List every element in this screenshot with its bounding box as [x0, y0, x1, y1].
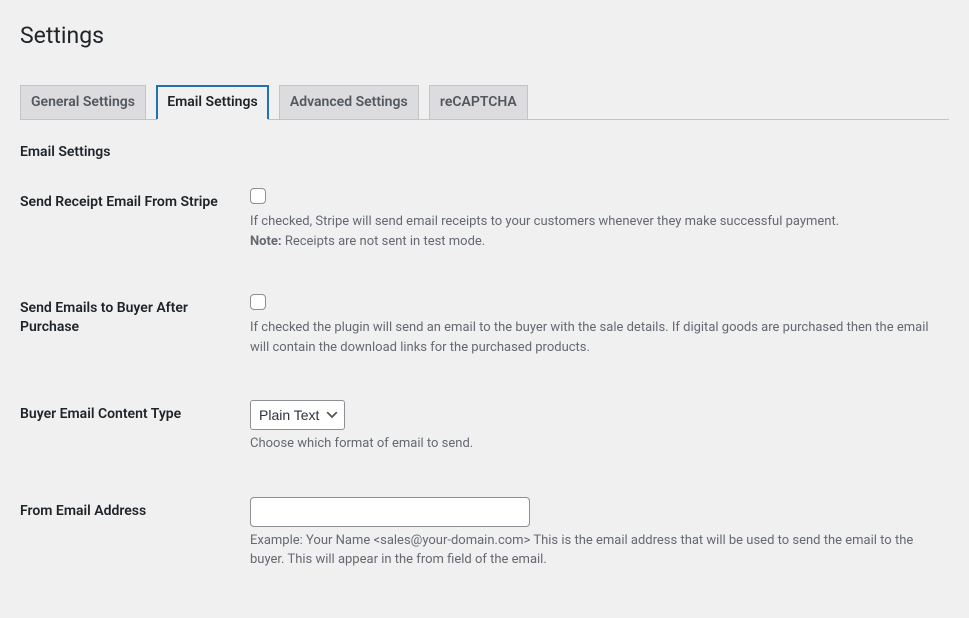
label-stripe-receipt: Send Receipt Email From Stripe	[20, 173, 240, 279]
tab-general-settings[interactable]: General Settings	[20, 85, 146, 121]
tab-email-settings[interactable]: Email Settings	[156, 85, 268, 121]
select-content-type[interactable]: Plain Text	[250, 400, 345, 430]
checkbox-buyer-emails[interactable]	[250, 294, 266, 310]
desc-buyer-emails: If checked the plugin will send an email…	[250, 318, 939, 357]
tabs-wrapper: General Settings Email Settings Advanced…	[20, 76, 949, 121]
input-from-address[interactable]	[250, 497, 530, 527]
desc-from-address: Example: Your Name <sales@your-domain.co…	[250, 531, 939, 570]
label-buyer-emails: Send Emails to Buyer After Purchase	[20, 279, 240, 385]
desc-stripe-receipt: If checked, Stripe will send email recei…	[250, 212, 939, 251]
form-table: Send Receipt Email From Stripe If checke…	[20, 173, 949, 598]
page-title: Settings	[20, 10, 949, 58]
section-heading: Email Settings	[20, 142, 949, 163]
label-content-type: Buyer Email Content Type	[20, 385, 240, 482]
tab-recaptcha[interactable]: reCAPTCHA	[429, 85, 528, 121]
tab-advanced-settings[interactable]: Advanced Settings	[279, 85, 419, 121]
desc-content-type: Choose which format of email to send.	[250, 434, 939, 454]
checkbox-stripe-receipt[interactable]	[250, 188, 266, 204]
label-from-address: From Email Address	[20, 482, 240, 598]
